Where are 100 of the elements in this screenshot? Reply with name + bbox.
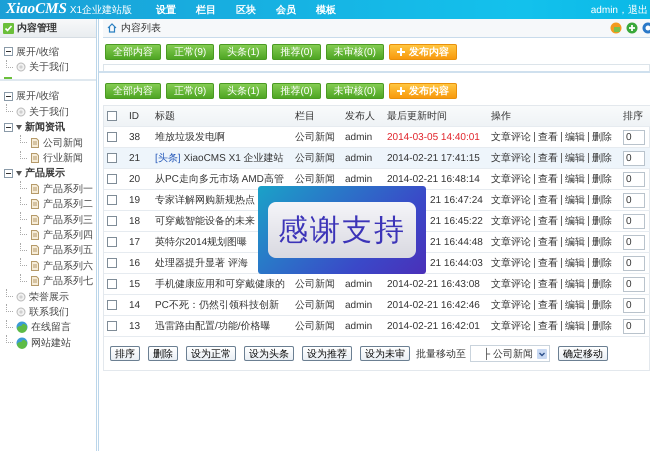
article-title[interactable]: 堆放垃圾发电啊 bbox=[155, 132, 225, 143]
action-link[interactable]: 查看 bbox=[538, 300, 558, 311]
row-checkbox[interactable] bbox=[107, 236, 117, 247]
action-link[interactable]: 删除 bbox=[592, 237, 612, 248]
article-title[interactable]: 迅雷路由配置/功能/价格曝 bbox=[155, 321, 271, 332]
action-link[interactable]: 查看 bbox=[538, 279, 558, 290]
tree-item[interactable]: 产品系列一 bbox=[43, 182, 93, 196]
batch-button[interactable]: 设为正常 bbox=[186, 346, 236, 361]
sort-input[interactable]: 0 bbox=[623, 214, 645, 228]
action-link[interactable]: 删除 bbox=[592, 153, 612, 164]
action-link[interactable]: 编辑 bbox=[565, 300, 585, 311]
action-link[interactable]: 编辑 bbox=[565, 195, 585, 206]
row-checkbox[interactable] bbox=[107, 152, 117, 163]
confirm-move-button[interactable]: 确定移动 bbox=[558, 346, 608, 361]
tree-item[interactable]: 公司新闻 bbox=[43, 136, 83, 150]
collapse-icon[interactable] bbox=[4, 122, 13, 132]
action-link[interactable]: 文章评论 bbox=[491, 237, 531, 248]
tree-item[interactable]: 网站建站 bbox=[31, 336, 71, 350]
collapse-icon[interactable] bbox=[4, 92, 13, 101]
row-checkbox[interactable] bbox=[107, 300, 117, 310]
action-link[interactable]: 删除 bbox=[592, 321, 612, 332]
select-all-checkbox[interactable] bbox=[107, 110, 117, 121]
row-checkbox[interactable] bbox=[107, 174, 117, 184]
batch-button[interactable]: 排序 bbox=[110, 346, 140, 361]
tree-item[interactable]: 产品展示 bbox=[25, 166, 65, 180]
action-link[interactable]: 查看 bbox=[538, 237, 558, 248]
sort-input[interactable]: 0 bbox=[623, 172, 645, 186]
tree-item[interactable]: 行业新闻 bbox=[43, 151, 83, 166]
action-link[interactable]: 删除 bbox=[592, 258, 612, 269]
row-checkbox[interactable] bbox=[107, 320, 117, 331]
action-link[interactable]: 文章评论 bbox=[491, 216, 531, 227]
article-title[interactable]: 可穿戴智能设备的未来 bbox=[155, 216, 255, 227]
table-row[interactable]: 21 [头条] XiaoCMS X1 企业建站 公司新闻 admin 2014-02-21 17:41:15 文章评论 查看 编辑 删除 0 bbox=[104, 148, 650, 168]
sort-input[interactable]: 0 bbox=[623, 150, 645, 166]
row-checkbox[interactable] bbox=[107, 216, 117, 226]
tree-item[interactable]: 产品系列六 bbox=[43, 258, 93, 273]
tree-item[interactable]: 关于我们 bbox=[29, 104, 69, 119]
tree-item[interactable]: 产品系列五 bbox=[43, 243, 93, 258]
action-link[interactable]: 查看 bbox=[538, 132, 558, 143]
action-link[interactable]: 编辑 bbox=[565, 279, 585, 290]
sort-input[interactable]: 0 bbox=[623, 276, 645, 292]
category-select[interactable]: ├ 公司新闻 bbox=[470, 345, 550, 362]
action-link[interactable]: 文章评论 bbox=[491, 174, 531, 185]
add-icon[interactable] bbox=[626, 22, 638, 34]
tree-item[interactable]: 新闻资讯 bbox=[25, 120, 65, 134]
home-icon[interactable] bbox=[107, 23, 117, 33]
action-link[interactable]: 文章评论 bbox=[491, 153, 531, 164]
batch-button[interactable]: 删除 bbox=[148, 346, 178, 361]
action-link[interactable]: 查看 bbox=[538, 258, 558, 269]
action-link[interactable]: 删除 bbox=[592, 300, 612, 311]
tree-item[interactable]: 在线留言 bbox=[31, 320, 71, 334]
action-link[interactable]: 编辑 bbox=[565, 174, 585, 185]
action-link[interactable]: 文章评论 bbox=[491, 195, 531, 206]
action-link[interactable]: 查看 bbox=[538, 216, 558, 227]
action-link[interactable]: 文章评论 bbox=[491, 258, 531, 269]
action-link[interactable]: 查看 bbox=[538, 195, 558, 206]
row-checkbox[interactable] bbox=[107, 278, 117, 289]
action-link[interactable]: 删除 bbox=[592, 132, 612, 143]
action-link[interactable]: 编辑 bbox=[565, 132, 585, 143]
batch-button[interactable]: 设为未审 bbox=[360, 346, 410, 361]
tree-item[interactable]: 产品系列二 bbox=[43, 197, 93, 212]
sort-input[interactable]: 0 bbox=[623, 256, 645, 270]
article-title[interactable]: XiaoCMS X1 企业建站 bbox=[184, 153, 284, 164]
table-row[interactable]: 13 迅雷路由配置/功能/价格曝 公司新闻 admin 2014-02-21 16:42:01 文章评论 查看 编辑 删除 0 bbox=[104, 316, 650, 336]
article-title[interactable]: 专家详解网购新规热点 bbox=[155, 195, 255, 206]
tree-item[interactable]: 产品系列四 bbox=[43, 228, 93, 242]
sort-input[interactable]: 0 bbox=[623, 192, 645, 208]
action-link[interactable]: 查看 bbox=[538, 174, 558, 185]
action-link[interactable]: 编辑 bbox=[565, 258, 585, 269]
article-title[interactable]: 处理器提升显著 评海 bbox=[155, 258, 248, 269]
batch-button[interactable]: 设为头条 bbox=[244, 346, 294, 361]
article-title[interactable]: 英特尔2014规划图曝 bbox=[155, 237, 248, 248]
action-link[interactable]: 删除 bbox=[592, 279, 612, 290]
row-checkbox[interactable] bbox=[107, 194, 117, 205]
sort-input[interactable]: 0 bbox=[623, 234, 645, 250]
sort-input[interactable]: 0 bbox=[623, 298, 645, 312]
action-link[interactable]: 编辑 bbox=[565, 153, 585, 164]
tree-item[interactable]: 产品系列三 bbox=[43, 212, 93, 227]
collapse-icon[interactable] bbox=[4, 47, 13, 56]
table-row[interactable]: 14 PC不死：仍然引领科技创新 公司新闻 admin 2014-02-21 16:42:46 文章评论 查看 编辑 删除 0 bbox=[104, 294, 650, 316]
row-checkbox[interactable] bbox=[107, 258, 117, 268]
action-link[interactable]: 查看 bbox=[538, 153, 558, 164]
tree-item[interactable]: 关于我们 bbox=[29, 60, 69, 74]
tree-item[interactable]: 联系我们 bbox=[29, 304, 69, 319]
action-link[interactable]: 查看 bbox=[538, 321, 558, 332]
sort-input[interactable]: 0 bbox=[623, 318, 645, 334]
action-link[interactable]: 删除 bbox=[592, 216, 612, 227]
action-link[interactable]: 删除 bbox=[592, 195, 612, 206]
article-title[interactable]: 从PC走向多元市场 AMD高管 bbox=[155, 174, 284, 185]
article-title[interactable]: PC不死：仍然引领科技创新 bbox=[155, 300, 279, 311]
action-link[interactable]: 文章评论 bbox=[491, 132, 531, 143]
action-link[interactable]: 编辑 bbox=[565, 321, 585, 332]
batch-button[interactable]: 设为推荐 bbox=[302, 346, 352, 361]
tree-item[interactable]: 产品系列七 bbox=[43, 274, 93, 288]
action-link[interactable]: 编辑 bbox=[565, 237, 585, 248]
article-title[interactable]: 手机健康应用和可穿戴健康的 bbox=[155, 279, 285, 290]
action-link[interactable]: 文章评论 bbox=[491, 321, 531, 332]
sort-input[interactable]: 0 bbox=[623, 130, 645, 144]
tree-item[interactable]: 荣誉展示 bbox=[29, 290, 69, 304]
collapse-icon[interactable] bbox=[4, 168, 13, 178]
